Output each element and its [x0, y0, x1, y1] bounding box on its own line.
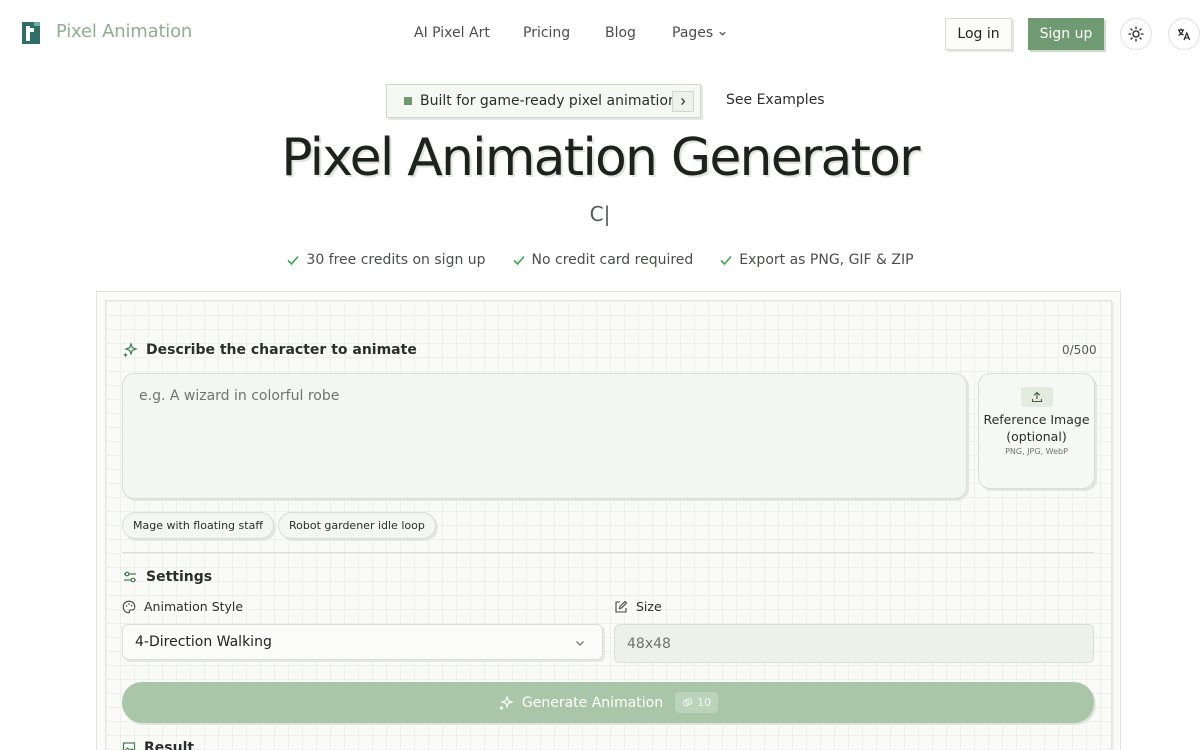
sparkles-icon [498, 694, 514, 710]
credit-cost-value: 10 [697, 696, 712, 709]
sparkles-icon [123, 342, 138, 358]
settings-title-label: Settings [146, 569, 213, 585]
result-section-title: Result [122, 740, 194, 750]
prompt-textarea[interactable] [139, 388, 949, 478]
coin-icon [682, 698, 693, 707]
nav-pages-dropdown[interactable]: Pages [672, 25, 727, 41]
credit-cost-badge: 10 [675, 692, 719, 713]
nav-pricing[interactable]: Pricing [523, 25, 570, 41]
section-divider [122, 552, 1094, 553]
settings-section-title: Settings [122, 569, 212, 585]
generate-animation-button[interactable]: Generate Animation 10 [122, 682, 1094, 723]
feature-label: 30 free credits on sign up [306, 252, 486, 268]
reference-image-label: Reference Image (optional) [983, 412, 1090, 444]
brand-name[interactable]: Pixel Animation [56, 21, 192, 42]
check-icon [287, 255, 300, 266]
nav-pages-label: Pages [672, 25, 714, 41]
check-icon [720, 255, 732, 266]
see-examples-link[interactable]: See Examples [726, 92, 825, 108]
language-button[interactable] [1168, 18, 1200, 50]
result-title-label: Result [144, 740, 195, 750]
logo-mark-icon [22, 22, 40, 44]
feature-list: 30 free credits on sign up No credit car… [0, 252, 1200, 268]
size-text: Size [636, 599, 662, 614]
announcement-badge[interactable]: Built for game-ready pixel animation [386, 84, 701, 118]
suggestion-chip[interactable]: Mage with floating staff [122, 512, 274, 539]
announcement-text: Built for game-ready pixel animation [420, 93, 677, 109]
site-header: Pixel Animation AI Pixel Art Pricing Blo… [0, 0, 1200, 68]
reference-image-upload[interactable]: Reference Image (optional) PNG, JPG, Web… [978, 373, 1095, 489]
feature-label: Export as PNG, GIF & ZIP [739, 252, 914, 268]
feature-item: Export as PNG, GIF & ZIP [719, 252, 914, 268]
feature-item: No credit card required [512, 252, 694, 268]
chevron-down-icon [719, 31, 726, 36]
chevron-right-icon[interactable] [672, 91, 694, 112]
generate-label: Generate Animation [521, 694, 664, 711]
size-field[interactable]: 48x48 [614, 624, 1094, 663]
animation-style-label: Animation Style [122, 599, 243, 614]
palette-icon [122, 600, 136, 613]
sun-icon [1128, 26, 1144, 42]
theme-toggle-button[interactable] [1120, 18, 1152, 50]
feature-item: 30 free credits on sign up [286, 252, 486, 268]
animation-style-value: 4-Direction Walking [135, 634, 272, 650]
sliders-icon [124, 571, 136, 583]
nav-ai-pixel-art[interactable]: AI Pixel Art [414, 25, 490, 41]
typing-subtitle: C| [589, 202, 611, 226]
edit-icon [615, 600, 628, 613]
reference-image-formats: PNG, JPG, WebP [1005, 447, 1068, 456]
brand-logo[interactable]: Pixel Animation [22, 21, 192, 44]
suggestion-chip[interactable]: Robot gardener idle loop [278, 512, 436, 539]
upload-icon [1020, 387, 1053, 407]
size-label: Size [614, 599, 662, 614]
image-icon [122, 742, 136, 750]
login-button[interactable]: Log in [945, 18, 1012, 50]
translate-icon [1178, 28, 1191, 41]
page-title: Pixel Animation Generator [281, 128, 920, 188]
announcement-dot [404, 97, 412, 105]
feature-label: No credit card required [531, 252, 694, 268]
animation-style-select[interactable]: 4-Direction Walking [122, 624, 603, 660]
animation-style-text: Animation Style [144, 599, 244, 614]
character-counter: 0/500 [1062, 343, 1097, 357]
nav-blog[interactable]: Blog [605, 25, 636, 41]
describe-title-label: Describe the character to animate [146, 342, 417, 358]
signup-button[interactable]: Sign up [1028, 18, 1104, 50]
check-icon [512, 255, 525, 266]
describe-section-title: Describe the character to animate [122, 342, 417, 358]
size-value: 48x48 [627, 635, 671, 652]
chevron-down-icon [576, 641, 584, 646]
prompt-box[interactable] [122, 373, 967, 499]
